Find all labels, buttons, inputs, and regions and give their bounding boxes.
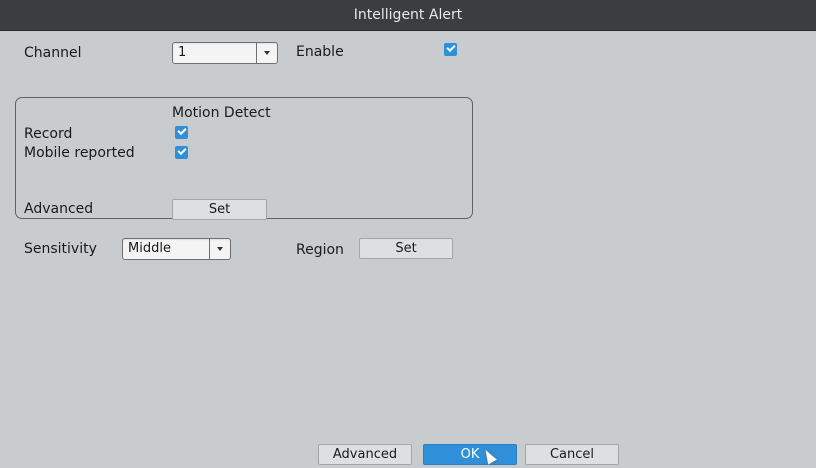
footer-advanced-button[interactable]: Advanced [318,444,412,465]
mobile-reported-checkbox[interactable] [175,146,188,159]
chevron-down-icon [209,239,230,259]
chevron-down-icon [256,43,277,63]
enable-label: Enable [296,44,344,60]
channel-label: Channel [24,45,82,61]
region-label: Region [296,242,344,258]
region-set-button[interactable]: Set [359,238,453,259]
group-advanced-label: Advanced [24,201,94,217]
record-checkbox[interactable] [175,126,188,139]
enable-checkbox[interactable] [444,43,457,56]
channel-select[interactable]: 1 [172,42,278,64]
cancel-button[interactable]: Cancel [525,444,619,465]
sensitivity-value: Middle [128,241,171,256]
advanced-set-button[interactable]: Set [172,199,267,220]
sensitivity-select[interactable]: Middle [122,238,231,260]
channel-value: 1 [178,45,187,60]
sensitivity-label: Sensitivity [24,241,97,257]
mobile-reported-label: Mobile reported [24,145,135,161]
window-title: Intelligent Alert [353,7,463,23]
record-label: Record [24,126,73,142]
title-bar: Intelligent Alert [0,0,816,31]
ok-button[interactable]: OK [423,444,517,465]
motion-detect-title: Motion Detect [172,105,271,121]
